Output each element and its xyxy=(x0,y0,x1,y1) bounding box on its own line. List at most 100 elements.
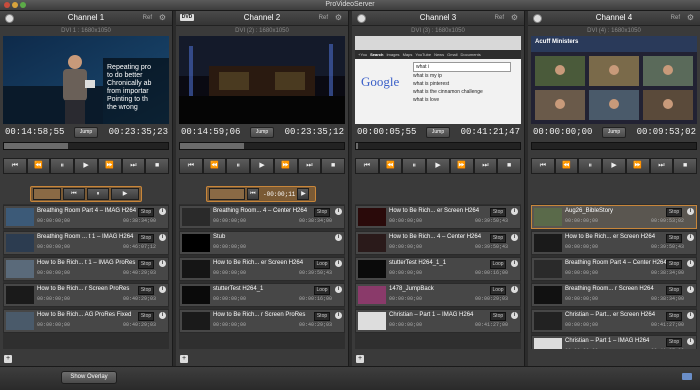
clip-row[interactable]: How to Be Rich... 4 – Center H264 00:00:0… xyxy=(355,231,521,255)
info-icon[interactable]: i xyxy=(511,208,518,215)
info-icon[interactable]: i xyxy=(511,286,518,293)
jump-button[interactable]: Jump xyxy=(426,127,450,138)
go-to-start-button[interactable]: ⏮ xyxy=(531,158,555,174)
clip-row[interactable]: Christian – Part 1 – IMAG H264 00:00:00;0… xyxy=(355,309,521,333)
gear-icon[interactable]: ⚙ xyxy=(511,14,518,22)
clip-row[interactable]: Breathing Room Part 4 – Center H264 00:00… xyxy=(531,257,697,281)
rewind-button[interactable]: ⏪ xyxy=(378,158,403,174)
info-icon[interactable]: i xyxy=(335,260,342,267)
add-clip-button[interactable]: + xyxy=(356,355,364,363)
scrub-bar[interactable] xyxy=(355,142,521,150)
clip-end-action[interactable]: Stop xyxy=(666,338,682,347)
clip-row[interactable]: 1478_JumpBack 00:00:00;00 00:00:29;03 Loop i xyxy=(355,283,521,307)
info-icon[interactable]: i xyxy=(335,286,342,293)
info-icon[interactable]: i xyxy=(511,260,518,267)
cue-go-to-start-button[interactable]: ⏮ xyxy=(247,188,259,200)
clip-row[interactable]: Christian – Part 1 – IMAG H264 00:00:00;0… xyxy=(531,335,697,349)
ref-label[interactable]: Ref xyxy=(143,11,152,25)
clip-end-action[interactable]: Stop xyxy=(490,312,506,321)
folder-icon[interactable] xyxy=(682,373,692,380)
go-to-end-button[interactable]: ⏭ xyxy=(121,158,146,174)
ref-label[interactable]: Ref xyxy=(495,11,504,25)
cue-go-to-start-button[interactable]: ⏮ xyxy=(63,188,85,200)
clip-end-action[interactable]: Stop xyxy=(666,234,682,243)
clip-end-action[interactable]: Stop xyxy=(314,312,330,321)
pause-button[interactable]: ⏸ xyxy=(50,158,75,174)
clip-end-action[interactable]: Stop xyxy=(314,208,330,217)
cue-pause-button[interactable]: ⏸ xyxy=(87,188,109,200)
play-button[interactable]: ▶ xyxy=(74,158,98,174)
clip-row[interactable]: How to Be Rich... r Screen ProRes 00:00:0… xyxy=(3,283,169,307)
clip-end-action[interactable]: Stop xyxy=(666,286,682,295)
rewind-button[interactable]: ⏪ xyxy=(202,158,227,174)
pause-button[interactable]: ⏸ xyxy=(226,158,251,174)
scrub-bar[interactable] xyxy=(3,142,169,150)
clip-end-action[interactable]: Stop xyxy=(138,208,154,217)
clip-row[interactable]: How to Be Rich... er Screen H264 00:00:00… xyxy=(179,257,345,281)
clip-end-action[interactable]: Stop xyxy=(138,260,154,269)
info-icon[interactable]: i xyxy=(335,312,342,319)
pause-button[interactable]: ⏸ xyxy=(578,158,603,174)
jump-button[interactable]: Jump xyxy=(74,127,98,138)
clip-row[interactable]: stutterTest H264_1_1 00:00:00;00 00:00:16;… xyxy=(355,257,521,281)
play-button[interactable]: ▶ xyxy=(250,158,274,174)
info-icon[interactable]: i xyxy=(511,312,518,319)
clip-end-action[interactable]: Stop xyxy=(490,234,506,243)
gear-icon[interactable]: ⚙ xyxy=(687,14,694,22)
stop-button[interactable]: ■ xyxy=(145,158,170,174)
info-icon[interactable]: i xyxy=(335,208,342,215)
info-icon[interactable]: i xyxy=(159,208,166,215)
play-button[interactable]: ▶ xyxy=(602,158,626,174)
info-icon[interactable]: i xyxy=(159,312,166,319)
ref-label[interactable]: Ref xyxy=(671,11,680,25)
clip-end-action[interactable]: Loop xyxy=(490,286,506,295)
info-icon[interactable]: i xyxy=(687,312,694,319)
jump-button[interactable]: Jump xyxy=(250,127,274,138)
go-to-start-button[interactable]: ⏮ xyxy=(3,158,27,174)
add-clip-button[interactable]: + xyxy=(4,355,12,363)
add-clip-button[interactable]: + xyxy=(180,355,188,363)
clip-end-action[interactable]: Stop xyxy=(138,234,154,243)
clip-row[interactable]: Christian – Part... er Screen H264 00:00:… xyxy=(531,309,697,333)
clip-end-action[interactable]: Stop xyxy=(138,286,154,295)
stop-button[interactable]: ■ xyxy=(673,158,698,174)
info-icon[interactable]: i xyxy=(687,260,694,267)
go-to-start-button[interactable]: ⏮ xyxy=(355,158,379,174)
clip-row[interactable]: Breathing Room ... t 1 – IMAG H264 00:00:… xyxy=(3,231,169,255)
clip-row[interactable]: Stub 00:00:00;00 i xyxy=(179,231,345,255)
clip-row[interactable]: How to Be Rich... AG ProRes Fixed 00:00:0… xyxy=(3,309,169,333)
fast-forward-button[interactable]: ⏩ xyxy=(97,158,122,174)
clip-end-action[interactable]: Loop xyxy=(314,286,330,295)
stop-button[interactable]: ■ xyxy=(321,158,346,174)
clip-end-action[interactable]: Stop xyxy=(138,312,154,321)
clip-row[interactable]: stutterTest H264_1 00:00:00;00 00:00:16;00… xyxy=(179,283,345,307)
fast-forward-button[interactable]: ⏩ xyxy=(273,158,298,174)
jump-button[interactable]: Jump xyxy=(602,127,626,138)
go-to-start-button[interactable]: ⏮ xyxy=(179,158,203,174)
go-to-end-button[interactable]: ⏭ xyxy=(473,158,498,174)
fast-forward-button[interactable]: ⏩ xyxy=(625,158,650,174)
info-icon[interactable]: i xyxy=(159,260,166,267)
go-to-end-button[interactable]: ⏭ xyxy=(297,158,322,174)
show-overlay-button[interactable]: Show Overlay xyxy=(61,371,117,384)
clip-row[interactable]: How to Be Rich... r Screen ProRes 00:00:0… xyxy=(179,309,345,333)
rewind-button[interactable]: ⏪ xyxy=(26,158,51,174)
info-icon[interactable]: i xyxy=(687,208,694,215)
clip-end-action[interactable]: Stop xyxy=(666,208,682,217)
clip-end-action[interactable]: Stop xyxy=(666,312,682,321)
gear-icon[interactable]: ⚙ xyxy=(159,14,166,22)
ref-label[interactable]: Ref xyxy=(319,11,328,25)
clip-end-action[interactable]: Loop xyxy=(490,260,506,269)
scrub-bar[interactable] xyxy=(531,142,697,150)
clip-row[interactable]: How to Be Rich... t 1 – IMAG ProRes 00:00… xyxy=(3,257,169,281)
clip-row[interactable]: Breathing Room... 4 – Center H264 00:00:0… xyxy=(179,205,345,229)
scrub-bar[interactable] xyxy=(179,142,345,150)
info-icon[interactable]: i xyxy=(511,234,518,241)
info-icon[interactable]: i xyxy=(687,338,694,345)
rewind-button[interactable]: ⏪ xyxy=(554,158,579,174)
clip-row[interactable]: Breathing Room Part 4 – IMAG H264 00:00:0… xyxy=(3,205,169,229)
go-to-end-button[interactable]: ⏭ xyxy=(649,158,674,174)
info-icon[interactable]: i xyxy=(159,234,166,241)
clip-end-action[interactable]: Stop xyxy=(490,208,506,217)
play-button[interactable]: ▶ xyxy=(426,158,450,174)
